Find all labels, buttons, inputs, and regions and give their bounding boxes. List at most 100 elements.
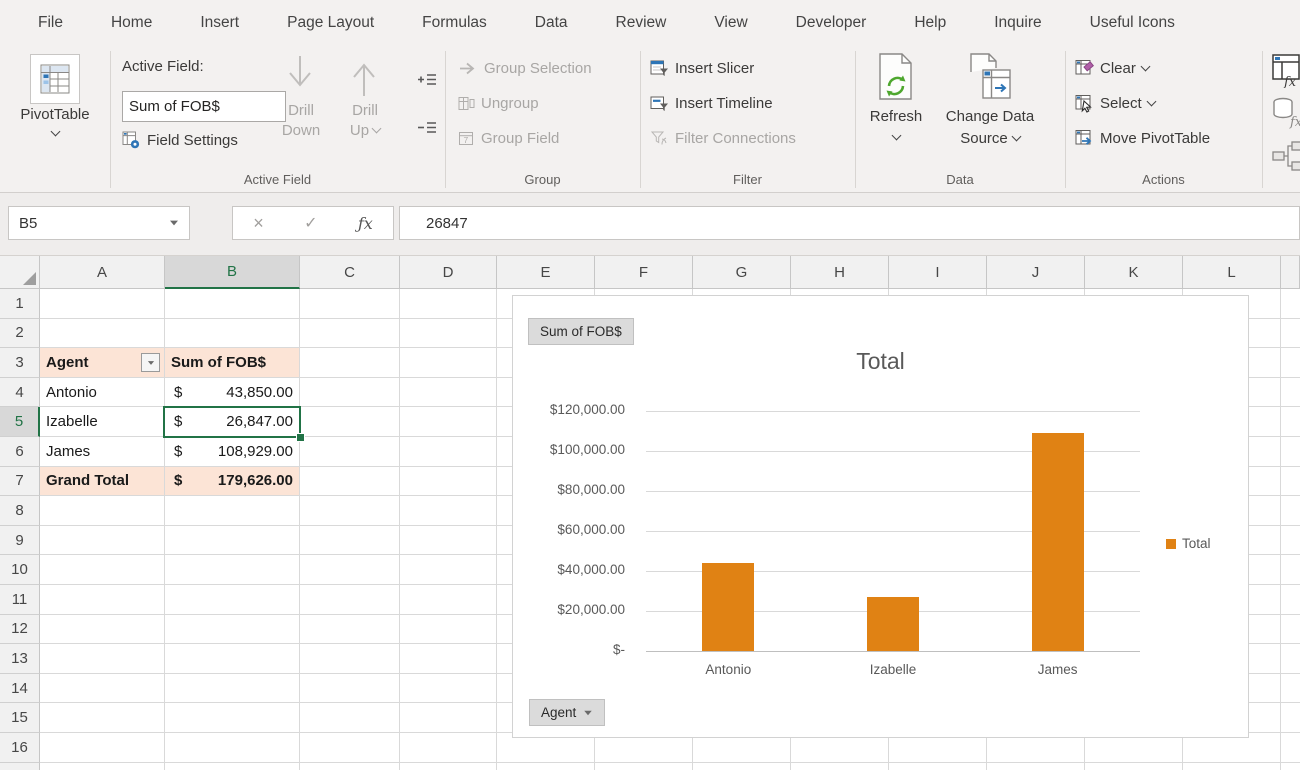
ribbon-tab-help[interactable]: Help: [890, 0, 970, 46]
chart-legend[interactable]: Total: [1166, 536, 1211, 551]
column-header-B[interactable]: B: [165, 256, 300, 289]
name-box[interactable]: B5: [8, 206, 190, 240]
chevron-down-icon: [892, 131, 902, 141]
group-group-label: Group: [445, 172, 640, 187]
chart-bar-izabelle[interactable]: [867, 597, 919, 651]
ribbon-tab-file[interactable]: File: [14, 0, 87, 46]
ribbon-tab-view[interactable]: View: [690, 0, 771, 46]
active-field-input[interactable]: [122, 91, 286, 122]
row-header-9[interactable]: 9: [0, 526, 40, 556]
fields-items-sets-icon[interactable]: fx: [1272, 54, 1300, 88]
row-header-5[interactable]: 5: [0, 407, 40, 437]
row-header-1[interactable]: 1: [0, 289, 40, 319]
pivot-cell-agent[interactable]: James: [40, 437, 165, 467]
gridline: [496, 289, 497, 770]
select-all-corner[interactable]: [0, 256, 40, 289]
row-header-14[interactable]: 14: [0, 674, 40, 704]
drill-down-arrow-icon: [286, 52, 314, 98]
row-header-7[interactable]: 7: [0, 467, 40, 497]
change-data-source-label2: Source: [960, 130, 1008, 147]
chart-bar-antonio[interactable]: [702, 563, 754, 651]
field-settings-button[interactable]: Field Settings: [122, 128, 238, 153]
row-header-partial[interactable]: [0, 763, 40, 770]
column-header-C[interactable]: C: [300, 256, 400, 289]
ribbon-tab-formulas[interactable]: Formulas: [398, 0, 511, 46]
move-pivottable-button[interactable]: Move PivotTable: [1075, 126, 1210, 151]
formula-bar: B5 ⋮ × ✓ ƒx 26847: [0, 193, 1300, 256]
pivot-cell-value[interactable]: $43,850.00: [165, 378, 300, 408]
ribbon: PivotTable Active Field: Field Settings …: [0, 46, 1300, 193]
formula-input[interactable]: 26847: [399, 206, 1300, 240]
chart-gridline: [646, 411, 1140, 412]
column-header-partial[interactable]: [1281, 256, 1300, 289]
collapse-field-button[interactable]: [416, 120, 438, 135]
name-box-value: B5: [19, 215, 37, 232]
select-icon: [1075, 94, 1094, 113]
ribbon-tab-inquire[interactable]: Inquire: [970, 0, 1065, 46]
clear-button[interactable]: Clear: [1075, 56, 1149, 81]
column-header-K[interactable]: K: [1085, 256, 1183, 289]
ribbon-tab-developer[interactable]: Developer: [772, 0, 891, 46]
data-group-label: Data: [855, 172, 1065, 187]
column-header-E[interactable]: E: [497, 256, 595, 289]
pivot-cell-value[interactable]: $108,929.00: [165, 437, 300, 467]
row-header-3[interactable]: 3: [0, 348, 40, 378]
ribbon-tab-page-layout[interactable]: Page Layout: [263, 0, 398, 46]
pivot-cell-agent[interactable]: Izabelle: [40, 407, 165, 437]
ribbon-tab-useful-icons[interactable]: Useful Icons: [1066, 0, 1199, 46]
relationships-icon[interactable]: [1272, 140, 1300, 174]
fill-handle[interactable]: [296, 433, 305, 442]
chart-bar-james[interactable]: [1032, 433, 1084, 651]
chevron-down-icon: [372, 124, 382, 134]
group-selection-button: Group Selection: [458, 56, 592, 81]
select-button[interactable]: Select: [1075, 91, 1155, 116]
name-box-dropdown-icon[interactable]: [170, 221, 178, 226]
column-header-H[interactable]: H: [791, 256, 889, 289]
insert-slicer-button[interactable]: Insert Slicer: [650, 56, 754, 81]
row-header-13[interactable]: 13: [0, 644, 40, 674]
drill-down-button: Drill: [272, 102, 330, 119]
excel-window: { "tabs": ["File","Home","Insert","Page …: [0, 0, 1300, 770]
row-header-12[interactable]: 12: [0, 615, 40, 645]
chevron-down-icon: [1140, 62, 1150, 72]
row-header-6[interactable]: 6: [0, 437, 40, 467]
calendar-icon: 7: [458, 130, 475, 147]
column-header-D[interactable]: D: [400, 256, 497, 289]
row-header-15[interactable]: 15: [0, 703, 40, 733]
column-header-G[interactable]: G: [693, 256, 791, 289]
ribbon-tab-home[interactable]: Home: [87, 0, 176, 46]
column-header-I[interactable]: I: [889, 256, 987, 289]
row-header-4[interactable]: 4: [0, 378, 40, 408]
column-header-A[interactable]: A: [40, 256, 165, 289]
chart-value-field-button[interactable]: Sum of FOB$: [528, 318, 634, 345]
chart-axis-field-button[interactable]: Agent: [529, 699, 605, 726]
column-header-F[interactable]: F: [595, 256, 693, 289]
svg-text:7: 7: [464, 135, 469, 145]
ribbon-tab-review[interactable]: Review: [592, 0, 691, 46]
pivot-chart[interactable]: Sum of FOB$ Total $-$20,000.00$40,000.00…: [512, 295, 1249, 738]
pivot-cell-agent[interactable]: Antonio: [40, 378, 165, 408]
row-header-8[interactable]: 8: [0, 496, 40, 526]
ribbon-tab-data[interactable]: Data: [511, 0, 592, 46]
group-separator: [445, 51, 446, 188]
column-header-J[interactable]: J: [987, 256, 1085, 289]
row-header-10[interactable]: 10: [0, 555, 40, 585]
insert-function-icon[interactable]: ƒx: [358, 214, 373, 233]
ribbon-tab-insert[interactable]: Insert: [176, 0, 263, 46]
pivot-grand-total-label[interactable]: Grand Total: [40, 467, 165, 497]
olap-tools-icon[interactable]: fx: [1272, 96, 1300, 130]
group-field-button: 7 Group Field: [458, 126, 559, 151]
expand-field-button[interactable]: [416, 72, 438, 87]
pivot-header-value[interactable]: Sum of FOB$: [165, 348, 300, 378]
group-selection-icon: [458, 61, 478, 76]
insert-timeline-button[interactable]: Insert Timeline: [650, 91, 773, 116]
agent-filter-button[interactable]: [141, 353, 160, 372]
column-header-L[interactable]: L: [1183, 256, 1281, 289]
pivot-grand-total-value[interactable]: $179,626.00: [165, 467, 300, 497]
pivot-header-agent[interactable]: Agent: [40, 348, 165, 378]
row-header-16[interactable]: 16: [0, 733, 40, 763]
selected-cell-border: [163, 406, 301, 439]
y-axis-tick-label: $120,000.00: [513, 402, 625, 417]
row-header-11[interactable]: 11: [0, 585, 40, 615]
row-header-2[interactable]: 2: [0, 319, 40, 349]
